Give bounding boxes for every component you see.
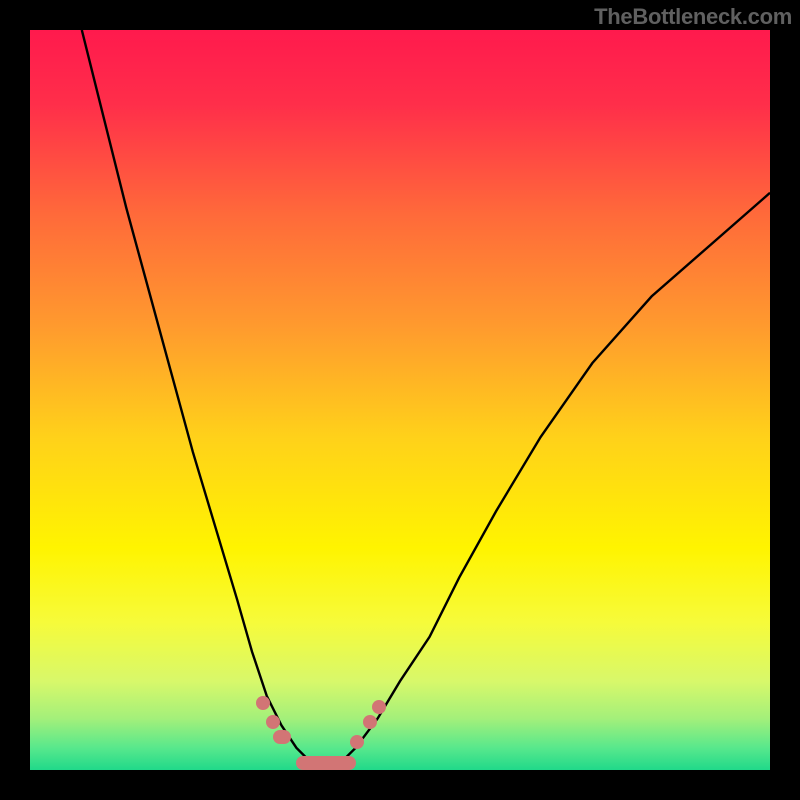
trough-marker [350,735,364,749]
trough-marker [256,696,270,710]
trough-marker [363,715,377,729]
trough-marker [296,756,356,770]
source-link[interactable]: TheBottleneck.com [594,4,792,30]
trough-marker [266,715,280,729]
trough-markers [30,30,770,770]
trough-marker [273,730,291,744]
trough-marker [372,700,386,714]
chart-frame [30,30,770,770]
